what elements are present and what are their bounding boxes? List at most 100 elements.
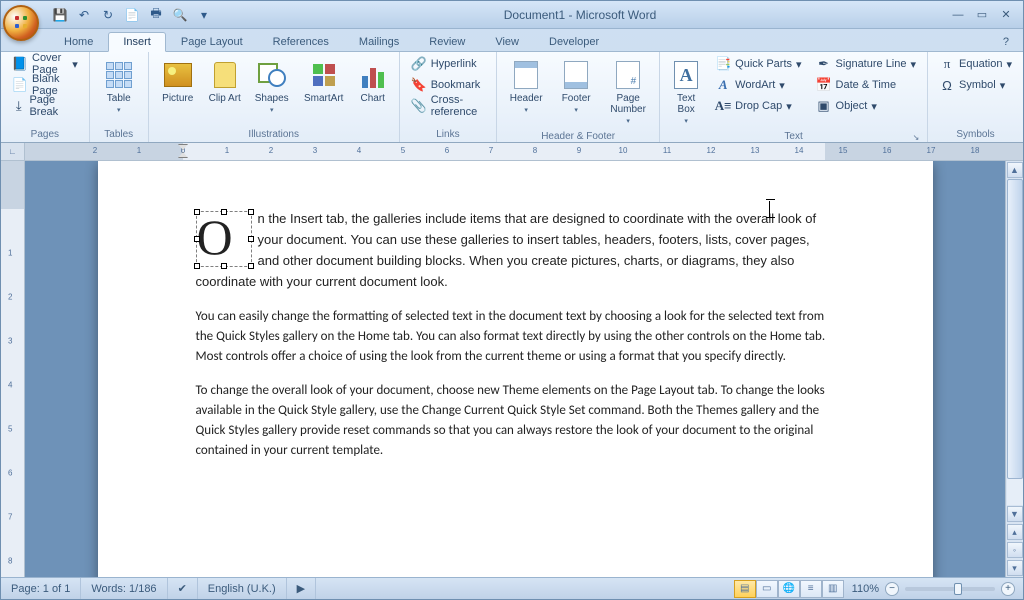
vertical-ruler[interactable]: 123456789101112 bbox=[1, 161, 25, 577]
view-draft[interactable]: ▥ bbox=[822, 580, 844, 598]
tab-review[interactable]: Review bbox=[414, 32, 480, 51]
view-outline[interactable]: ≡ bbox=[800, 580, 822, 598]
cover-page-icon: 📘 bbox=[12, 56, 28, 72]
view-print-layout[interactable]: ▤ bbox=[734, 580, 756, 598]
help-button[interactable]: ? bbox=[997, 33, 1015, 51]
tab-references[interactable]: References bbox=[258, 32, 344, 51]
bookmark-button[interactable]: 🔖Bookmark bbox=[406, 75, 490, 95]
scroll-up-button[interactable]: ▲ bbox=[1007, 162, 1023, 178]
resize-handle-s[interactable] bbox=[221, 263, 227, 269]
zoom-knob[interactable] bbox=[954, 583, 962, 595]
datetime-button[interactable]: 📅Date & Time bbox=[811, 75, 921, 95]
text-cursor bbox=[769, 201, 770, 217]
picture-button[interactable]: Picture bbox=[155, 54, 201, 109]
quick-access-toolbar: 💾 ↶ ↻ 📄 🖶 🔍 ▾ bbox=[51, 6, 213, 24]
object-button[interactable]: ▣Object▾ bbox=[811, 96, 921, 116]
tab-selector[interactable]: ∟ bbox=[1, 143, 25, 160]
qat-print[interactable]: 🖶 bbox=[147, 6, 165, 24]
status-macro[interactable]: ▶ bbox=[287, 578, 316, 599]
qat-undo[interactable]: ↶ bbox=[75, 6, 93, 24]
group-pages-label: Pages bbox=[7, 128, 83, 142]
office-button[interactable] bbox=[3, 5, 39, 41]
close-button[interactable]: ✕ bbox=[995, 7, 1017, 23]
shapes-button[interactable]: Shapes▾ bbox=[249, 54, 295, 119]
page-area[interactable]: O n the Insert tab, the galleries includ… bbox=[25, 161, 1005, 577]
qat-redo[interactable]: ↻ bbox=[99, 6, 117, 24]
scroll-track[interactable] bbox=[1007, 179, 1023, 505]
zoom-slider[interactable] bbox=[905, 587, 995, 591]
tab-page-layout[interactable]: Page Layout bbox=[166, 32, 258, 51]
text-dialog-launcher[interactable]: ↘ bbox=[911, 133, 921, 143]
qat-new[interactable]: 📄 bbox=[123, 6, 141, 24]
resize-handle-nw[interactable] bbox=[194, 209, 200, 215]
resize-handle-e[interactable] bbox=[248, 236, 254, 242]
status-proofing[interactable]: ✔ bbox=[168, 578, 198, 599]
prev-page-button[interactable]: ▴ bbox=[1007, 524, 1023, 540]
scroll-down-button[interactable]: ▼ bbox=[1007, 506, 1023, 522]
tab-home[interactable]: Home bbox=[49, 32, 108, 51]
zoom-value[interactable]: 110% bbox=[852, 583, 879, 595]
symbol-icon: Ω bbox=[939, 77, 955, 93]
proofing-icon: ✔ bbox=[178, 582, 187, 595]
qat-save[interactable]: 💾 bbox=[51, 6, 69, 24]
resize-handle-ne[interactable] bbox=[248, 209, 254, 215]
resize-handle-sw[interactable] bbox=[194, 263, 200, 269]
resize-handle-se[interactable] bbox=[248, 263, 254, 269]
blank-page-icon: 📄 bbox=[12, 77, 28, 93]
zoom-control: 110% − + bbox=[844, 582, 1023, 596]
resize-handle-w[interactable] bbox=[194, 236, 200, 242]
equation-button[interactable]: πEquation▾ bbox=[934, 54, 1017, 74]
paragraph-1[interactable]: O n the Insert tab, the galleries includ… bbox=[196, 209, 835, 293]
page-break-button[interactable]: ⤓Page Break bbox=[7, 96, 83, 116]
textbox-button[interactable]: AText Box▾ bbox=[666, 54, 706, 130]
signature-button[interactable]: ✒Signature Line▾ bbox=[811, 54, 921, 74]
wordart-button[interactable]: AWordArt▾ bbox=[710, 75, 806, 95]
macro-icon: ▶ bbox=[297, 582, 305, 595]
status-words[interactable]: Words: 1/186 bbox=[81, 578, 167, 599]
qat-customize[interactable]: ▾ bbox=[195, 6, 213, 24]
cover-page-button[interactable]: 📘Cover Page▾ bbox=[7, 54, 83, 74]
table-button[interactable]: Table ▾ bbox=[96, 54, 142, 119]
restore-button[interactable]: ▭ bbox=[971, 7, 993, 23]
crossref-button[interactable]: 📎Cross-reference bbox=[406, 96, 490, 116]
resize-handle-n[interactable] bbox=[221, 209, 227, 215]
view-fullscreen[interactable]: ▭ bbox=[756, 580, 778, 598]
minimize-button[interactable]: — bbox=[947, 7, 969, 23]
chart-button[interactable]: Chart bbox=[353, 54, 393, 109]
vertical-scrollbar[interactable]: ▲ ▼ ▴ ◦ ▾ bbox=[1005, 161, 1023, 577]
blank-page-button[interactable]: 📄Blank Page bbox=[7, 75, 83, 95]
tab-mailings[interactable]: Mailings bbox=[344, 32, 414, 51]
crossref-label: Cross-reference bbox=[431, 94, 485, 118]
hyperlink-button[interactable]: 🔗Hyperlink bbox=[406, 54, 490, 74]
zoom-out-button[interactable]: − bbox=[885, 582, 899, 596]
textbox-icon: A bbox=[670, 59, 702, 91]
smartart-button[interactable]: SmartArt bbox=[299, 54, 349, 109]
datetime-icon: 📅 bbox=[816, 77, 832, 93]
clipart-button[interactable]: Clip Art bbox=[205, 54, 245, 109]
footer-button[interactable]: Footer▾ bbox=[553, 54, 599, 119]
object-icon: ▣ bbox=[816, 98, 832, 114]
tab-developer[interactable]: Developer bbox=[534, 32, 614, 51]
qat-preview[interactable]: 🔍 bbox=[171, 6, 189, 24]
document-page[interactable]: O n the Insert tab, the galleries includ… bbox=[98, 161, 933, 577]
quickparts-button[interactable]: 📑Quick Parts▾ bbox=[710, 54, 806, 74]
view-web[interactable]: 🌐 bbox=[778, 580, 800, 598]
group-text-label: Text↘ bbox=[666, 130, 921, 144]
page-number-button[interactable]: Page Number▾ bbox=[603, 54, 653, 130]
next-page-button[interactable]: ▾ bbox=[1007, 560, 1023, 576]
paragraph-2[interactable]: You can easily change the formatting of … bbox=[196, 307, 835, 367]
dropcap-button[interactable]: A≡Drop Cap▾ bbox=[710, 96, 806, 116]
header-button[interactable]: Header▾ bbox=[503, 54, 549, 119]
status-language[interactable]: English (U.K.) bbox=[198, 578, 287, 599]
dropcap-frame[interactable]: O bbox=[196, 211, 252, 267]
tab-view[interactable]: View bbox=[480, 32, 534, 51]
symbol-label: Symbol bbox=[959, 79, 996, 91]
symbol-button[interactable]: ΩSymbol▾ bbox=[934, 75, 1017, 95]
browse-object-button[interactable]: ◦ bbox=[1007, 542, 1023, 558]
paragraph-3[interactable]: To change the overall look of your docum… bbox=[196, 381, 835, 461]
status-page[interactable]: Page: 1 of 1 bbox=[1, 578, 81, 599]
tab-insert[interactable]: Insert bbox=[108, 32, 166, 52]
horizontal-ruler[interactable]: ∟ 210123456789101112131415161718 bbox=[1, 143, 1023, 161]
zoom-in-button[interactable]: + bbox=[1001, 582, 1015, 596]
scroll-thumb[interactable] bbox=[1007, 179, 1023, 479]
